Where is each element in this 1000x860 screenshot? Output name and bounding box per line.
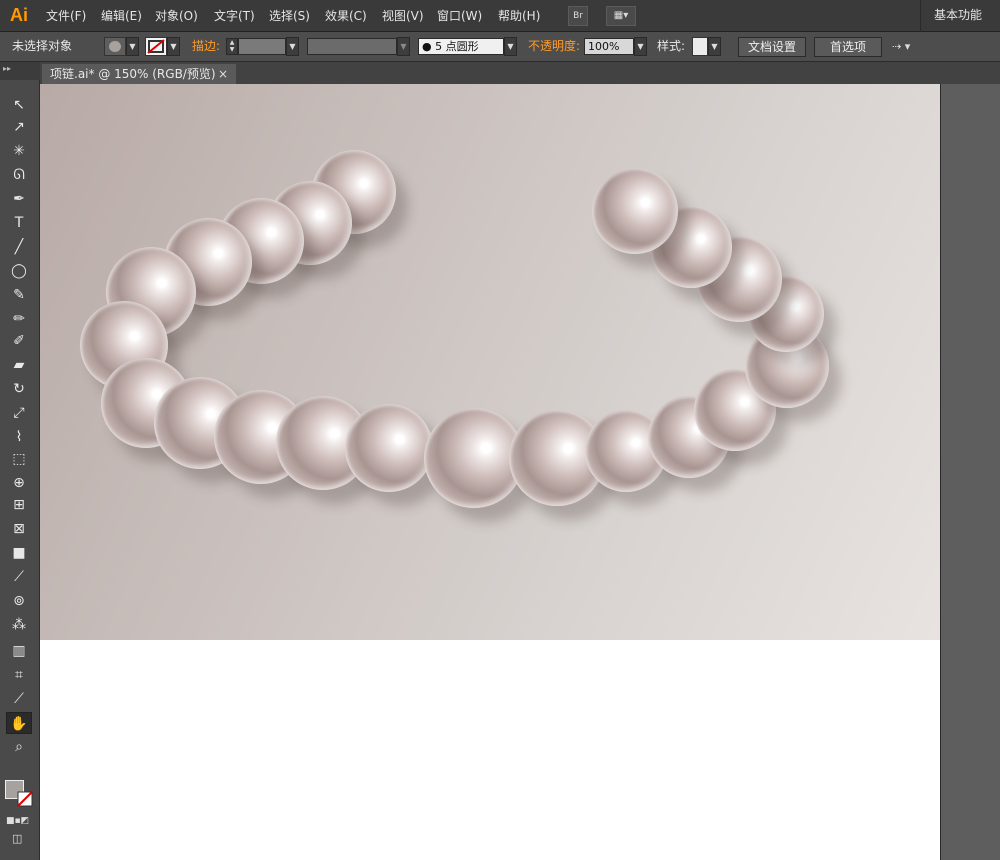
lasso-tool-icon[interactable]: ᘏ (6, 164, 32, 186)
line-tool-icon[interactable]: ╱ (6, 236, 32, 258)
scale-tool-icon[interactable]: ⤢ (6, 402, 32, 424)
pearl[interactable] (592, 168, 678, 254)
workspace-divider (920, 0, 921, 32)
paintbrush-tool-icon[interactable]: ✎ (6, 284, 32, 306)
opacity-dropdown-icon[interactable]: ▼ (634, 37, 647, 56)
blob-brush-tool-icon[interactable]: ✐ (6, 330, 32, 352)
no-stroke-icon (147, 39, 165, 54)
eyedropper-tool-icon[interactable]: ⟋ (6, 566, 32, 588)
brush-dropdown-icon[interactable]: ▼ (504, 37, 517, 56)
width-tool-icon[interactable]: ⌇ (6, 426, 32, 448)
zoom-tool-icon[interactable]: ⌕ (6, 736, 32, 758)
mesh-tool-icon[interactable]: ⊠ (6, 518, 32, 540)
hand-tool-icon[interactable]: ✋ (6, 712, 32, 734)
ai-logo: Ai (10, 5, 28, 25)
preferences-button[interactable]: 首选项 (814, 37, 882, 57)
slice-tool-icon[interactable]: ⟋ (6, 688, 32, 710)
pencil-tool-icon[interactable]: ✏ (6, 308, 32, 330)
pen-tool-icon[interactable]: ✒ (6, 188, 32, 210)
menu-object[interactable]: 对象(O) (151, 0, 202, 32)
column-graph-tool-icon[interactable]: ▥ (6, 640, 32, 662)
opacity-field[interactable]: 100% (584, 38, 634, 55)
graphic-style-swatch[interactable] (692, 37, 708, 56)
document-tab[interactable]: 项链.ai* @ 150% (RGB/预览) (42, 64, 236, 84)
brush-value: 5 点圆形 (435, 40, 479, 53)
style-dropdown-icon[interactable]: ▼ (708, 37, 721, 56)
pearl[interactable] (345, 404, 433, 492)
menu-file[interactable]: 文件(F) (42, 0, 90, 32)
stroke-swatch[interactable] (145, 37, 167, 56)
menu-window[interactable]: 窗口(W) (433, 0, 486, 32)
screen-mode-icon[interactable]: ◫ (12, 832, 28, 846)
artboard-tool-icon[interactable]: ⌗ (6, 664, 32, 686)
pasteboard-gutter (940, 84, 1000, 860)
fill-stroke-icon[interactable] (5, 780, 35, 810)
blend-tool-icon[interactable]: ⊚ (6, 590, 32, 612)
direct-selection-tool-icon[interactable]: ↗ (6, 116, 32, 138)
variable-width-profile[interactable] (307, 38, 397, 55)
menu-help[interactable]: 帮助(H) (494, 0, 544, 32)
stroke-weight-dropdown-icon[interactable]: ▼ (286, 37, 299, 56)
brush-dot-icon: ● (422, 40, 436, 53)
type-tool-icon[interactable]: T (6, 212, 32, 234)
menu-effect[interactable]: 效果(C) (321, 0, 371, 32)
ellipse-tool-icon[interactable]: ◯ (6, 260, 32, 282)
tools-panel: ▸▸ ↖ ↗ ✳ ᘏ ✒ T ╱ ◯ ✎ ✏ ✐ ▰ ↻ ⤢ ⌇ ⬚ ⊕ ⊞ ⊠ ■ ⟋ ⊚ ⁂ ▥ ⌗ ⟋ ✋ ⌕ ■▪◩ ◫ (0, 62, 40, 860)
menu-edit[interactable]: 编辑(E) (97, 0, 146, 32)
eraser-tool-icon[interactable]: ▰ (6, 354, 32, 376)
menu-type[interactable]: 文字(T) (210, 0, 259, 32)
menu-bar: Ai 文件(F) 编辑(E) 对象(O) 文字(T) 选择(S) 效果(C) 视… (0, 0, 1000, 32)
stroke-weight-stepper[interactable]: ▲ ▼ (226, 38, 238, 55)
menu-select[interactable]: 选择(S) (265, 0, 314, 32)
canvas-area[interactable] (40, 84, 1000, 860)
arrange-documents-icon[interactable]: ▦▾ (606, 6, 636, 26)
gradient-tool-icon[interactable]: ■ (6, 542, 32, 564)
brush-definition[interactable]: ● 5 点圆形 (418, 38, 504, 55)
magic-wand-tool-icon[interactable]: ✳ (6, 140, 32, 162)
tools-panel-header[interactable]: ▸▸ (0, 62, 40, 80)
profile-dropdown-icon[interactable]: ▼ (397, 37, 410, 56)
fill-dropdown-icon[interactable]: ▼ (126, 37, 139, 56)
control-bar: 未选择对象 ▼ ▼ 描边: ▲ ▼ ▼ ▼ ● 5 点圆形 ▼ 不透明度: 100… (0, 32, 1000, 62)
fill-color-icon (109, 41, 121, 52)
fill-swatch[interactable] (104, 37, 126, 56)
bridge-icon[interactable]: Br (568, 6, 588, 26)
menu-view[interactable]: 视图(V) (378, 0, 428, 32)
stroke-label[interactable]: 描边: (192, 32, 220, 61)
selection-tool-icon[interactable]: ↖ (6, 94, 32, 116)
opacity-label[interactable]: 不透明度: (528, 32, 580, 61)
document-tab-strip: 项链.ai* @ 150% (RGB/预览) × (40, 62, 1000, 84)
stroke-weight-field[interactable] (238, 38, 286, 55)
perspective-grid-tool-icon[interactable]: ⊞ (6, 494, 32, 516)
stroke-dropdown-icon[interactable]: ▼ (167, 37, 180, 56)
control-panel-menu-icon[interactable]: ⇢ ▾ (892, 32, 910, 61)
style-label: 样式: (657, 39, 686, 53)
free-transform-tool-icon[interactable]: ⬚ (6, 448, 32, 470)
rotate-tool-icon[interactable]: ↻ (6, 378, 32, 400)
close-tab-icon[interactable]: × (216, 64, 230, 84)
artboard[interactable] (40, 84, 940, 640)
selection-status: 未选择对象 (12, 39, 73, 53)
color-mode-icons[interactable]: ■▪◩ (6, 816, 36, 826)
workspace-switcher[interactable]: 基本功能 (934, 0, 982, 32)
symbol-sprayer-tool-icon[interactable]: ⁂ (6, 614, 32, 636)
document-setup-button[interactable]: 文档设置 (738, 37, 806, 57)
shape-builder-tool-icon[interactable]: ⊕ (6, 472, 32, 494)
